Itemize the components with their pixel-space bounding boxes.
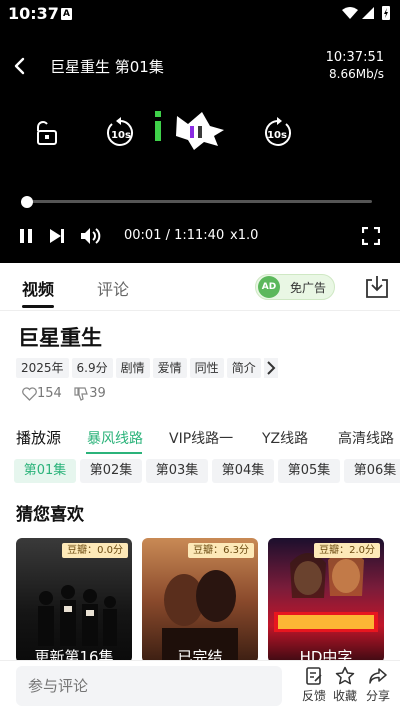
source-item[interactable]: 高清线路 <box>338 428 394 448</box>
status-time: 10:37 <box>8 4 59 23</box>
card-rating: 豆瓣：2.0分 <box>314 543 380 558</box>
chevron-right-icon[interactable] <box>263 358 278 378</box>
tab-video[interactable]: 视频 <box>22 276 54 300</box>
dislike-count: 39 <box>89 386 106 401</box>
next-episode-icon[interactable] <box>48 227 66 245</box>
recommend-card[interactable]: 豆瓣：6.3分 已完结 <box>142 538 258 663</box>
source-indicator <box>86 452 142 454</box>
lock-icon[interactable] <box>33 120 59 146</box>
ad-badge-icon: AD <box>258 276 280 298</box>
tag-genre: 剧情 <box>115 358 150 378</box>
video-player[interactable]: 10:37 A 巨星重生 第01集 10:37:51 8.66Mb/s 10s … <box>0 0 400 263</box>
episode-item[interactable]: 第02集 <box>80 459 142 483</box>
tag-score: 6.9分 <box>71 358 113 378</box>
progress-handle[interactable] <box>21 196 33 208</box>
no-ads-button[interactable]: AD 免广告 <box>255 274 335 300</box>
star-icon <box>335 666 355 685</box>
download-icon[interactable] <box>364 274 390 300</box>
comment-input[interactable] <box>16 666 282 706</box>
tab-indicator <box>22 305 54 308</box>
tag-genre: 爱情 <box>152 358 187 378</box>
back-arrow-icon[interactable] <box>10 56 30 76</box>
share-label: 分享 <box>365 689 390 703</box>
video-title: 巨星重生 第01集 <box>50 58 164 76</box>
detail-tabs: 视频 评论 <box>0 263 400 311</box>
notification-icon: A <box>61 8 72 20</box>
forward-10s-icon[interactable]: 10s <box>262 116 292 148</box>
clock-text: 10:37:51 <box>325 50 384 65</box>
source-item[interactable]: 暴风线路 <box>87 428 143 448</box>
show-title: 巨星重生 <box>18 326 102 350</box>
episode-item[interactable]: 第04集 <box>212 459 274 483</box>
volume-icon[interactable] <box>79 226 101 246</box>
intro-link[interactable]: 简介 <box>226 358 261 378</box>
card-rating: 豆瓣：0.0分 <box>62 543 128 558</box>
tag-genre: 同性 <box>189 358 224 378</box>
source-item[interactable]: VIP线路一 <box>169 428 233 448</box>
source-label: 播放源 <box>16 429 62 447</box>
status-icons <box>342 6 390 20</box>
recommend-card[interactable]: 豆瓣：2.0分 HD中字 <box>268 538 384 663</box>
playback-time: 00:01 / 1:11:40 <box>124 228 225 243</box>
pause-icon[interactable] <box>18 228 34 244</box>
status-bar: 10:37 A <box>0 0 400 28</box>
episode-item[interactable]: 第05集 <box>278 459 340 483</box>
recommend-card[interactable]: 豆瓣：0.0分 更新第16集 <box>16 538 132 663</box>
fullscreen-icon[interactable] <box>362 227 380 245</box>
share-icon <box>369 668 387 684</box>
favorite-button[interactable]: 收藏 <box>329 666 361 710</box>
network-speed: 8.66Mb/s <box>329 67 384 81</box>
share-button[interactable]: 分享 <box>362 666 394 710</box>
signal-icon <box>362 7 374 19</box>
wifi-icon <box>342 7 358 19</box>
feedback-button[interactable]: 反馈 <box>298 666 330 710</box>
source-selector: 播放源 暴风线路 VIP线路一 YZ线路 高清线路 <box>0 424 400 454</box>
episode-item[interactable]: 第06集 <box>344 459 400 483</box>
thumbs-down-icon[interactable] <box>74 386 89 401</box>
source-item[interactable]: YZ线路 <box>262 428 308 448</box>
bottom-bar: 反馈 收藏 分享 <box>0 660 400 711</box>
rewind-10s-icon[interactable]: 10s <box>106 116 136 148</box>
like-count: 154 <box>37 386 62 401</box>
tab-comment[interactable]: 评论 <box>97 276 129 300</box>
reactions: 154 39 <box>22 386 106 401</box>
progress-bar[interactable] <box>28 200 372 203</box>
card-rating: 豆瓣：6.3分 <box>188 543 254 558</box>
tag-year: 2025年 <box>16 358 69 378</box>
tag-list: 2025年 6.9分 剧情 爱情 同性 简介 <box>16 358 278 380</box>
no-ads-label: 免广告 <box>290 281 327 295</box>
feedback-label: 反馈 <box>301 689 326 703</box>
play-pause-logo-icon[interactable] <box>152 108 232 158</box>
recommend-title: 猜您喜欢 <box>16 505 84 525</box>
heart-icon[interactable] <box>22 386 37 401</box>
forward-label: 10s <box>267 130 287 141</box>
feedback-icon <box>306 667 322 685</box>
episode-item[interactable]: 第01集 <box>14 459 76 483</box>
rewind-label: 10s <box>111 130 131 141</box>
episode-list: 第01集 第02集 第03集 第04集 第05集 第06集 <box>14 459 400 487</box>
episode-item[interactable]: 第03集 <box>146 459 208 483</box>
playback-speed-button[interactable]: x1.0 <box>230 228 258 243</box>
favorite-label: 收藏 <box>332 689 357 703</box>
